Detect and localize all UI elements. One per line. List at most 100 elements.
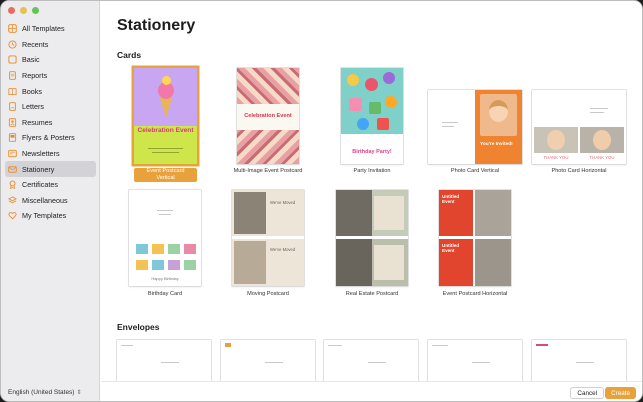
thumbnail-line	[148, 148, 183, 149]
ribbon-icon	[8, 180, 17, 190]
sidebar-item-basic[interactable]: Basic	[5, 52, 96, 68]
thumbnail-title: Happy Birthday	[151, 276, 179, 281]
flyer-icon	[8, 133, 17, 143]
sidebar-item-label: Letters	[22, 102, 44, 112]
thumbnail-title: Birthday Party!	[352, 149, 392, 155]
sidebar-item-certificates[interactable]: Certificates	[5, 177, 96, 193]
thumbnail-title: THANK YOU	[589, 155, 615, 160]
thumbnail-image	[134, 68, 197, 126]
sidebar-item-label: Newsletters	[22, 149, 60, 159]
language-label: English (United States)	[8, 389, 75, 396]
chevron-updown-icon: ⇕	[76, 390, 82, 396]
thumbnail-image: You're Invited!	[475, 90, 522, 164]
thumbnail-image	[475, 239, 511, 286]
template-thumbnail[interactable]: THANK YOU THANK YOU	[532, 90, 626, 164]
sidebar-item-label: Basic	[22, 55, 40, 65]
template-envelope-5[interactable]	[532, 340, 626, 381]
sidebar-item-all-templates[interactable]: All Templates	[5, 21, 96, 37]
thumbnail-title: We've Moved	[270, 247, 296, 252]
cone-shape	[160, 98, 172, 118]
template-thumbnail[interactable]: We've Moved We've Moved	[232, 190, 304, 286]
template-thumbnail[interactable]: Birthday Party!	[341, 68, 403, 164]
sidebar-item-reports[interactable]: Reports	[5, 68, 96, 84]
create-button[interactable]: Create	[605, 387, 636, 399]
template-thumbnail[interactable]: Happy Birthday	[129, 190, 201, 286]
sidebar-item-stationery[interactable]: Stationery	[5, 161, 96, 177]
envelopes-section-heading: Envelopes	[117, 322, 160, 332]
sidebar-item-label: Flyers & Posters	[22, 133, 75, 143]
thumbnail-image	[534, 127, 578, 153]
thumbnail-line	[442, 126, 454, 127]
thumbnail-line	[590, 108, 608, 109]
sidebar-item-letters[interactable]: Letters	[5, 99, 96, 115]
doc-icon	[8, 71, 17, 80]
heart-icon	[8, 211, 17, 220]
thumbnail-image: We've Moved	[232, 239, 304, 286]
template-envelope-2[interactable]	[221, 340, 315, 381]
sidebar-item-resumes[interactable]: Resumes	[5, 115, 96, 131]
sidebar-item-my-templates[interactable]: My Templates	[5, 208, 96, 224]
sidebar-item-label: Recents	[22, 39, 49, 49]
template-caption: Event Postcard Vertical	[134, 168, 197, 182]
sidebar-item-label: Reports	[22, 71, 48, 81]
template-caption: Moving Postcard	[247, 291, 289, 297]
template-envelope-4[interactable]	[428, 340, 522, 381]
person-icon	[8, 118, 17, 127]
thumbnail-image	[237, 130, 299, 164]
thumbnail-image	[341, 68, 403, 134]
template-caption: Multi-Image Event Postcard	[233, 168, 303, 174]
page-title: Stationery	[117, 17, 196, 34]
sidebar-item-flyers-posters[interactable]: Flyers & Posters	[5, 130, 96, 146]
language-selector[interactable]: English (United States) ⇕	[8, 389, 82, 396]
thumbnail-image: Untitled Event	[439, 190, 473, 236]
category-list: All Templates Recents Basic Reports Book…	[5, 21, 96, 224]
close-window-button[interactable]	[8, 7, 15, 14]
sidebar-item-books[interactable]: Books	[5, 83, 96, 99]
template-thumbnail[interactable]: Celebration Event	[237, 68, 299, 164]
cards-section-heading: Cards	[117, 50, 142, 60]
sidebar-item-label: My Templates	[22, 211, 67, 221]
thumbnail-title: THANK YOU	[543, 155, 569, 160]
thumbnail-line	[157, 210, 173, 211]
template-caption: Real Estate Postcard	[345, 291, 399, 297]
thumbnail-title: Celebration Event	[137, 127, 194, 134]
template-caption: Birthday Card	[147, 291, 183, 297]
template-thumbnail[interactable]: Untitled Event Untitled Event	[439, 190, 511, 286]
template-thumbnail[interactable]: You're Invited!	[428, 90, 522, 164]
thumbnail-line	[590, 112, 604, 113]
thumbnail-line	[328, 345, 342, 346]
icecream-top	[162, 76, 171, 85]
sidebar-item-label: Certificates	[22, 180, 58, 190]
thumbnail-line	[159, 214, 171, 215]
template-thumbnail[interactable]: Celebration Event	[134, 68, 197, 164]
template-thumbnail[interactable]	[336, 190, 408, 286]
newspaper-icon	[8, 149, 17, 158]
grid-icon	[8, 24, 17, 34]
template-envelope-3[interactable]	[324, 340, 418, 381]
sidebar-item-miscellaneous[interactable]: Miscellaneous	[5, 193, 96, 209]
bottom-bar: Cancel Create	[101, 381, 642, 401]
letter-icon	[8, 102, 17, 111]
thumbnail-image	[580, 127, 624, 153]
thumbnail-line	[368, 362, 386, 363]
template-envelope-1[interactable]	[117, 340, 211, 381]
thumbnail-title: You're Invited!	[480, 142, 513, 147]
thumbnail-line	[576, 362, 594, 363]
zoom-window-button[interactable]	[32, 7, 39, 14]
envelope-logo	[225, 343, 231, 347]
minimize-window-button[interactable]	[20, 7, 27, 14]
thumbnail-image	[237, 68, 299, 104]
sidebar-item-label: Books	[22, 86, 42, 96]
cancel-button[interactable]: Cancel	[570, 387, 604, 399]
thumbnail-title: Untitled Event	[442, 194, 460, 204]
template-caption: Party Invitation	[353, 168, 391, 174]
thumbnail-image	[336, 239, 408, 286]
sidebar-item-recents[interactable]: Recents	[5, 37, 96, 53]
layers-icon	[8, 196, 17, 205]
sidebar-item-newsletters[interactable]: Newsletters	[5, 146, 96, 162]
template-chooser-window: All Templates Recents Basic Reports Book…	[0, 0, 643, 402]
thumbnail-image: Untitled Event	[439, 239, 473, 286]
sidebar-item-label: All Templates	[22, 24, 65, 34]
clock-icon	[8, 40, 17, 49]
thumbnail-image	[336, 190, 408, 236]
